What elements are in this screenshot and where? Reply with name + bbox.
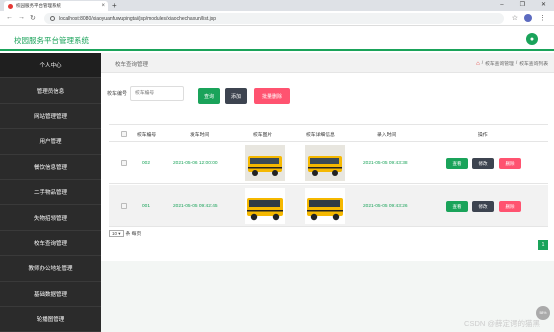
table-row: 002 2021-05-06 12:00:00 2021-05-05 09:43… bbox=[109, 142, 548, 184]
browser-tab[interactable]: 校园服务平台管理系统 × bbox=[4, 1, 108, 11]
tab-title: 校园服务平台管理系统 bbox=[16, 3, 61, 8]
close-icon[interactable]: × bbox=[101, 3, 105, 9]
depart-time: 2021-05-06 12:00:00 bbox=[173, 161, 218, 166]
url-field[interactable]: localhost:8080/xiaoyuanfuwupingtai/jsp/m… bbox=[44, 13, 504, 24]
batch-delete-button[interactable]: 批量删除 bbox=[254, 88, 290, 104]
edit-button[interactable]: 修改 bbox=[472, 201, 494, 212]
content-panel: 校车查询管理 ⌂ / 校车查询管理 / 校车查询列表 校车编号 查询 添加 批量… bbox=[101, 53, 554, 261]
breadcrumb: ⌂ / 校车查询管理 / 校车查询列表 bbox=[476, 60, 548, 68]
main-area: 校车查询管理 ⌂ / 校车查询管理 / 校车查询列表 校车编号 查询 添加 批量… bbox=[101, 53, 554, 332]
sidebar-item-users[interactable]: 用户管理 bbox=[0, 129, 101, 155]
column-header: 校车图片 bbox=[253, 133, 273, 138]
app-header: 校园服务平台管理系统 ● bbox=[0, 27, 554, 51]
breadcrumb-item[interactable]: 校车查询管理 bbox=[485, 60, 514, 67]
home-icon[interactable]: ⌂ bbox=[476, 61, 480, 67]
breadcrumb-bar: 校车查询管理 ⌂ / 校车查询管理 / 校车查询列表 bbox=[101, 53, 554, 73]
maximize-icon[interactable]: ❐ bbox=[520, 0, 525, 11]
reload-icon[interactable]: ↻ bbox=[30, 14, 36, 22]
column-header: 校车编号 bbox=[137, 133, 157, 138]
search-row: 校车编号 bbox=[107, 86, 185, 101]
created-time: 2021-05-05 09:43:38 bbox=[363, 161, 408, 166]
menu-icon[interactable]: ⋮ bbox=[539, 14, 546, 22]
row-checkbox[interactable] bbox=[121, 160, 127, 166]
bus-code: 001 bbox=[142, 204, 151, 209]
delete-button[interactable]: 删除 bbox=[499, 201, 521, 212]
browser-tabbar: 校园服务平台管理系统 × + – ❐ ✕ bbox=[0, 0, 554, 11]
sidebar-item-bus[interactable]: 校车查询管理 bbox=[0, 231, 101, 257]
page-title: 校车查询管理 bbox=[115, 62, 149, 68]
info-icon[interactable] bbox=[50, 16, 55, 21]
page-number-button[interactable]: 1 bbox=[538, 240, 548, 250]
address-bar: ← → ↻ localhost:8080/xiaoyuanfuwupingtai… bbox=[0, 11, 554, 26]
search-label: 校车编号 bbox=[107, 91, 128, 97]
bus-image bbox=[245, 145, 285, 181]
minimize-icon[interactable]: – bbox=[500, 0, 503, 11]
back-icon[interactable]: ← bbox=[6, 14, 13, 21]
data-table: 校车编号 发车时间 校车图片 校车详细信息 录入时间 操作 002 2021-0… bbox=[109, 124, 548, 227]
page-size-suffix: 条 每页 bbox=[125, 232, 142, 237]
edit-button[interactable]: 修改 bbox=[472, 158, 494, 169]
view-button[interactable]: 查看 bbox=[446, 158, 468, 169]
bus-code: 002 bbox=[142, 161, 151, 166]
page-size-control: 10 ▾ 条 每页 bbox=[109, 230, 141, 237]
page-size-select[interactable]: 10 ▾ bbox=[109, 230, 124, 237]
add-button[interactable]: 添加 bbox=[225, 88, 247, 104]
breadcrumb-item: 校车查询列表 bbox=[519, 62, 548, 67]
sidebar-item-dining[interactable]: 餐饮信息管理 bbox=[0, 155, 101, 180]
bus-image bbox=[245, 188, 285, 224]
column-header: 校车详细信息 bbox=[306, 133, 335, 138]
query-button[interactable]: 查询 bbox=[198, 88, 220, 104]
column-header: 操作 bbox=[478, 133, 488, 138]
bus-detail-image bbox=[305, 145, 345, 181]
forward-icon[interactable]: → bbox=[18, 14, 25, 21]
sidebar-item-secondhand[interactable]: 二手物品管理 bbox=[0, 180, 101, 206]
sidebar: 个人中心 管理员信息 网站管理管理 用户管理 餐饮信息管理 二手物品管理 失物招… bbox=[0, 53, 101, 332]
table-row: 001 2021-05-05 09:42:45 2021-05-05 09:43… bbox=[109, 185, 548, 227]
created-time: 2021-05-05 09:43:26 bbox=[363, 204, 408, 209]
column-header: 发车时间 bbox=[190, 133, 210, 138]
sidebar-item-website[interactable]: 网站管理管理 bbox=[0, 104, 101, 130]
sidebar-item-lost-found[interactable]: 失物招领管理 bbox=[0, 205, 101, 231]
select-all-checkbox[interactable] bbox=[121, 131, 127, 137]
row-checkbox[interactable] bbox=[121, 203, 127, 209]
table-header: 校车编号 发车时间 校车图片 校车详细信息 录入时间 操作 bbox=[109, 124, 548, 142]
sidebar-item-admin[interactable]: 管理员信息 bbox=[0, 78, 101, 104]
user-icon[interactable]: ● bbox=[526, 33, 538, 45]
url-text: localhost:8080/xiaoyuanfuwupingtai/jsp/m… bbox=[59, 15, 217, 22]
sidebar-item-basic-data[interactable]: 基础数据管理 bbox=[0, 282, 101, 307]
floating-button[interactable]: 58% bbox=[536, 306, 550, 320]
star-icon[interactable]: ☆ bbox=[512, 14, 518, 22]
search-input[interactable] bbox=[130, 86, 185, 101]
delete-button[interactable]: 删除 bbox=[499, 158, 521, 169]
view-button[interactable]: 查看 bbox=[446, 201, 468, 212]
watermark: CSDN @薛定谔的猫黑 bbox=[464, 319, 540, 328]
bus-detail-image bbox=[305, 188, 345, 224]
sidebar-item-teacher-office[interactable]: 教师办公地址管理 bbox=[0, 256, 101, 282]
sidebar-item-profile[interactable]: 个人中心 bbox=[0, 53, 101, 79]
column-header: 录入时间 bbox=[377, 133, 397, 138]
window-controls: – ❐ ✕ bbox=[500, 0, 546, 11]
app-title: 校园服务平台管理系统 bbox=[14, 36, 89, 45]
sidebar-item-carousel[interactable]: 轮播图管理 bbox=[0, 307, 101, 332]
profile-avatar[interactable] bbox=[524, 14, 532, 22]
favicon-icon bbox=[8, 3, 13, 9]
window-close-icon[interactable]: ✕ bbox=[541, 0, 546, 11]
depart-time: 2021-05-05 09:42:45 bbox=[173, 204, 218, 209]
new-tab-icon[interactable]: + bbox=[112, 0, 117, 11]
